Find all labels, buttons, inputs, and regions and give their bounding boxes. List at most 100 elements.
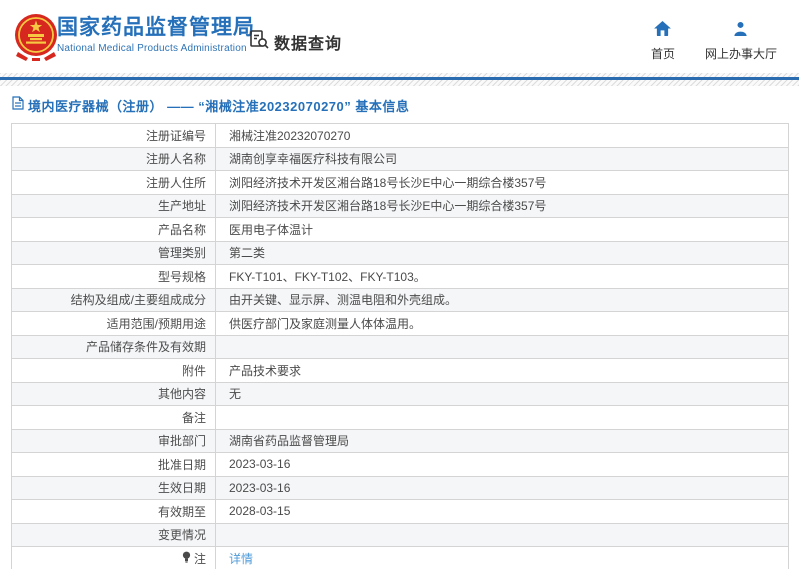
row-label-text: 产品名称 [157, 222, 206, 237]
row-value: FKY-T101、FKY-T102、FKY-T103。 [216, 265, 788, 288]
document-search-icon [249, 29, 270, 55]
row-label: 型号规格 [12, 265, 216, 288]
row-value: 湖南省药品监督管理局 [216, 430, 788, 453]
row-label: 有效期至 [12, 500, 216, 523]
row-value-text: 湖南省药品监督管理局 [229, 434, 350, 449]
row-label-text: 注册人名称 [145, 152, 206, 167]
table-row: 审批部门 湖南省药品监督管理局 [12, 429, 788, 453]
row-value-text: 湖南创享幸福医疗科技有限公司 [229, 152, 398, 167]
row-value: 医用电子体温计 [216, 218, 788, 241]
row-label-text: 适用范围/预期用途 [106, 316, 206, 331]
table-row: 生产地址 浏阳经济技术开发区湘台路18号长沙E中心一期综合楼357号 [12, 194, 788, 218]
row-value-text: 无 [229, 387, 242, 402]
row-label: 生效日期 [12, 476, 216, 499]
table-row: 其他内容 无 [12, 382, 788, 406]
row-label-text: 附件 [181, 363, 206, 378]
row-value: 湘械注准20232070270 [216, 124, 788, 147]
table-row: 产品储存条件及有效期 [12, 335, 788, 359]
row-value: 详情 [216, 547, 788, 569]
row-label-text: 产品储存条件及有效期 [85, 340, 206, 355]
site-header: 国家药品监督管理局 National Medical Products Admi… [0, 0, 799, 73]
row-label: 结构及组成/主要组成成分 [12, 288, 216, 311]
agency-title: 国家药品监督管理局 National Medical Products Admi… [57, 16, 255, 54]
row-value: 浏阳经济技术开发区湘台路18号长沙E中心一期综合楼357号 [216, 171, 788, 194]
table-row: 注册人名称 湖南创享幸福医疗科技有限公司 [12, 147, 788, 171]
row-value: 第二类 [216, 242, 788, 265]
row-label-text: 管理类别 [157, 246, 206, 261]
row-value-text: FKY-T101、FKY-T102、FKY-T103。 [229, 269, 426, 284]
header-divider-hatch-bottom [0, 80, 799, 86]
row-label-text: 批准日期 [157, 457, 206, 472]
row-value-text: 浏阳经济技术开发区湘台路18号长沙E中心一期综合楼357号 [229, 199, 547, 214]
row-value-text: 2028-03-15 [229, 504, 291, 519]
document-icon [12, 95, 24, 115]
row-value [216, 524, 788, 547]
table-row: 管理类别 第二类 [12, 241, 788, 265]
row-label: 适用范围/预期用途 [12, 312, 216, 335]
row-label: 产品储存条件及有效期 [12, 335, 216, 358]
row-label-text: 注 [193, 552, 206, 567]
row-value-text: 湘械注准20232070270 [229, 128, 351, 143]
table-row: 生效日期 2023-03-16 [12, 476, 788, 500]
nav-item-service-hall-label: 网上办事大厅 [704, 47, 777, 61]
row-label-text: 其他内容 [157, 387, 206, 402]
row-label-text: 注册证编号 [145, 128, 206, 143]
row-label: 变更情况 [12, 523, 216, 546]
row-label: 注册人名称 [12, 147, 216, 170]
row-value: 2023-03-16 [216, 477, 788, 500]
registration-info-table: 注册证编号 湘械注准20232070270 注册人名称 湖南创享幸福医疗科技有限公司注… [11, 123, 789, 569]
table-row: 适用范围/预期用途 供医疗部门及家庭测量人体体温用。 [12, 312, 788, 336]
row-value: 2023-03-16 [216, 453, 788, 476]
row-label: 注册证编号 [12, 124, 216, 147]
row-label-text: 审批部门 [157, 434, 206, 449]
bulb-icon [182, 551, 191, 566]
row-value-text: 供医疗部门及家庭测量人体体温用。 [229, 316, 422, 331]
row-value-text: 浏阳经济技术开发区湘台路18号长沙E中心一期综合楼357号 [229, 175, 547, 190]
table-row: 注 详情 [12, 547, 788, 569]
row-value-text: 由开关键、显示屏、测温电阻和外壳组成。 [229, 293, 458, 308]
row-value: 2028-03-15 [216, 500, 788, 523]
nav-item-service-hall[interactable]: 网上办事大厅 [705, 21, 777, 62]
row-value [216, 406, 788, 429]
row-label: 生产地址 [12, 194, 216, 217]
row-label: 注册人住所 [12, 171, 216, 194]
row-value: 由开关键、显示屏、测温电阻和外壳组成。 [216, 289, 788, 312]
table-row: 注册证编号 湘械注准20232070270 [12, 124, 788, 148]
row-label: 注 [12, 547, 216, 569]
row-value: 湖南创享幸福医疗科技有限公司 [216, 148, 788, 171]
data-query-section: 数据查询 [249, 29, 342, 55]
breadcrumb-text: 境内医疗器械（注册） —— “湘械注准20232070270” 基本信息 [28, 98, 410, 114]
home-icon [654, 21, 672, 41]
table-row: 型号规格 FKY-T101、FKY-T102、FKY-T103。 [12, 265, 788, 289]
table-row: 有效期至 2028-03-15 [12, 500, 788, 524]
detail-link[interactable]: 详情 [229, 550, 253, 567]
row-label: 其他内容 [12, 382, 216, 405]
row-label-text: 备注 [181, 410, 206, 425]
row-label-text: 结构及组成/主要组成成分 [70, 293, 206, 308]
breadcrumb: 境内医疗器械（注册） —— “湘械注准20232070270” 基本信息 [12, 95, 799, 115]
nav-item-home[interactable]: 首页 [651, 21, 675, 62]
table-row: 附件 产品技术要求 [12, 359, 788, 383]
row-value: 无 [216, 383, 788, 406]
row-label-text: 注册人住所 [145, 175, 206, 190]
row-value-text: 2023-03-16 [229, 457, 291, 472]
row-label-text: 有效期至 [157, 504, 206, 519]
row-value-text: 医用电子体温计 [229, 222, 314, 237]
table-row: 变更情况 [12, 523, 788, 547]
row-value: 浏阳经济技术开发区湘台路18号长沙E中心一期综合楼357号 [216, 195, 788, 218]
row-label: 产品名称 [12, 218, 216, 241]
row-value-text: 第二类 [229, 246, 266, 261]
row-label-text: 生产地址 [157, 199, 206, 214]
row-value: 供医疗部门及家庭测量人体体温用。 [216, 312, 788, 335]
row-label: 附件 [12, 359, 216, 382]
table-row: 注册人住所 浏阳经济技术开发区湘台路18号长沙E中心一期综合楼357号 [12, 171, 788, 195]
user-icon [733, 21, 748, 41]
national-emblem-icon [12, 12, 60, 62]
table-row: 批准日期 2023-03-16 [12, 453, 788, 477]
header-nav: 首页 网上办事大厅 [651, 21, 777, 62]
row-label: 管理类别 [12, 241, 216, 264]
nav-item-home-label: 首页 [650, 47, 675, 61]
table-row: 结构及组成/主要组成成分 由开关键、显示屏、测温电阻和外壳组成。 [12, 288, 788, 312]
data-query-label: 数据查询 [274, 36, 343, 53]
row-label: 备注 [12, 406, 216, 429]
